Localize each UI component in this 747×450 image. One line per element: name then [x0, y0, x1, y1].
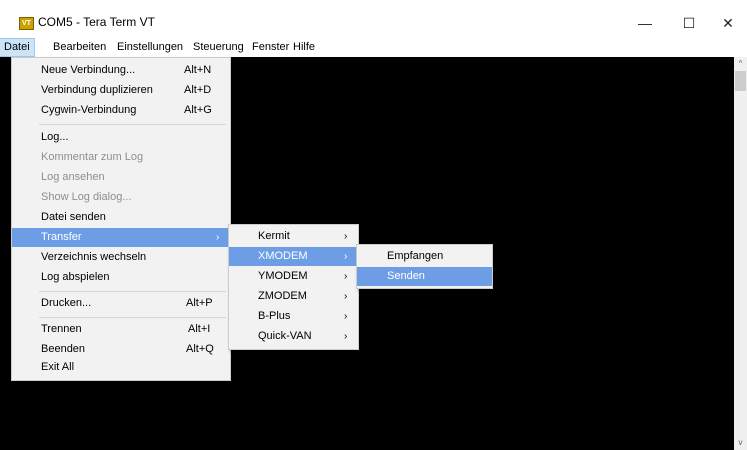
menu-item-label: Quick-VAN — [258, 330, 312, 342]
menu-item-label: Exit All — [41, 361, 75, 373]
submenu-item-zmodem[interactable]: ZMODEM › — [229, 287, 358, 306]
menu-item-transfer[interactable]: Transfer › — [12, 228, 230, 247]
menu-item-log[interactable]: Log... — [12, 128, 230, 147]
menu-item-kommentar-zum-log: Kommentar zum Log — [12, 148, 230, 167]
app-icon: VT — [19, 17, 34, 30]
menu-item-label: Beenden — [41, 343, 86, 355]
menu-item-accel: Alt+P — [186, 297, 213, 309]
submenu-arrow-icon: › — [344, 231, 348, 242]
menu-item-exit-all[interactable]: Exit All — [12, 358, 230, 377]
file-menu: Neue Verbindung... Alt+N Verbindung dupl… — [11, 57, 231, 381]
menu-item-trennen[interactable]: Trennen Alt+I — [12, 320, 230, 339]
submenu-arrow-icon: › — [216, 232, 220, 243]
menu-item-label: Log abspielen — [41, 271, 110, 283]
menu-item-accel: Alt+I — [188, 323, 211, 335]
submenu-item-xmodem[interactable]: XMODEM › — [229, 247, 358, 266]
menu-item-label: Empfangen — [387, 250, 444, 262]
submenu-item-empfangen[interactable]: Empfangen — [357, 247, 492, 266]
title-bar: VT COM5 - Tera Term VT — ☐ ✕ — [0, 0, 747, 38]
menu-item-accel: Alt+G — [184, 104, 212, 116]
submenu-item-senden[interactable]: Senden — [357, 267, 492, 286]
submenu-item-ymodem[interactable]: YMODEM › — [229, 267, 358, 286]
submenu-arrow-icon: › — [344, 331, 348, 342]
minimize-button[interactable]: — — [625, 10, 665, 36]
menu-item-label: ZMODEM — [258, 290, 307, 302]
menu-hilfe[interactable]: Hilfe — [289, 38, 319, 57]
menu-item-cygwin-verbindung[interactable]: Cygwin-Verbindung Alt+G — [12, 101, 230, 120]
transfer-submenu: Kermit › XMODEM › YMODEM › ZMODEM › B-Pl… — [228, 224, 359, 350]
maximize-button[interactable]: ☐ — [669, 10, 709, 36]
menu-item-accel: Alt+N — [184, 64, 212, 76]
window-title: COM5 - Tera Term VT — [38, 15, 155, 29]
menu-item-label: YMODEM — [258, 270, 308, 282]
menu-fenster[interactable]: Fenster — [248, 38, 293, 57]
menu-item-log-ansehen: Log ansehen — [12, 168, 230, 187]
submenu-arrow-icon: › — [344, 291, 348, 302]
menu-item-drucken[interactable]: Drucken... Alt+P — [12, 294, 230, 313]
menu-item-label: Senden — [387, 270, 425, 282]
scroll-thumb[interactable] — [735, 71, 746, 91]
menu-einstellungen[interactable]: Einstellungen — [113, 38, 187, 57]
menu-item-label: Verzeichnis wechseln — [41, 251, 147, 263]
menu-item-label: Trennen — [41, 323, 82, 335]
submenu-item-kermit[interactable]: Kermit › — [229, 227, 358, 246]
menu-item-label: Log ansehen — [41, 171, 105, 183]
submenu-arrow-icon: › — [344, 271, 348, 282]
menu-item-show-log-dialog: Show Log dialog... — [12, 188, 230, 207]
menu-item-verbindung-duplizieren[interactable]: Verbindung duplizieren Alt+D — [12, 81, 230, 100]
scroll-up-icon[interactable]: ^ — [734, 59, 747, 71]
menu-item-label: Cygwin-Verbindung — [41, 104, 137, 116]
menu-item-label: Kommentar zum Log — [41, 151, 144, 163]
menu-item-label: Verbindung duplizieren — [41, 84, 153, 96]
close-button[interactable]: ✕ — [708, 10, 747, 36]
scroll-down-icon[interactable]: v — [734, 438, 747, 450]
menu-item-label: Log... — [41, 131, 69, 143]
vertical-scrollbar[interactable]: ^ v — [734, 57, 747, 450]
menu-item-verzeichnis-wechseln[interactable]: Verzeichnis wechseln — [12, 248, 230, 267]
menu-item-label: Transfer — [41, 231, 82, 243]
menu-item-label: Drucken... — [41, 297, 92, 309]
menu-item-label: XMODEM — [258, 250, 308, 262]
menu-item-log-abspielen[interactable]: Log abspielen — [12, 268, 230, 287]
menu-item-label: Datei senden — [41, 211, 106, 223]
menu-item-label: Kermit — [258, 230, 290, 242]
menu-item-label: Show Log dialog... — [41, 191, 132, 203]
submenu-item-b-plus[interactable]: B-Plus › — [229, 307, 358, 326]
menu-item-accel: Alt+D — [184, 84, 212, 96]
submenu-arrow-icon: › — [344, 251, 348, 262]
submenu-arrow-icon: › — [344, 311, 348, 322]
submenu-item-quick-van[interactable]: Quick-VAN › — [229, 327, 358, 346]
menu-item-label: B-Plus — [258, 310, 291, 322]
menu-bar: Datei Bearbeiten Einstellungen Steuerung… — [0, 38, 747, 57]
menu-item-beenden[interactable]: Beenden Alt+Q — [12, 340, 230, 359]
menu-item-neue-verbindung[interactable]: Neue Verbindung... Alt+N — [12, 61, 230, 80]
menu-separator — [39, 124, 226, 125]
menu-item-datei-senden[interactable]: Datei senden — [12, 208, 230, 227]
menu-separator — [39, 317, 226, 318]
menu-item-label: Neue Verbindung... — [41, 64, 136, 76]
menu-item-accel: Alt+Q — [186, 343, 214, 355]
xmodem-submenu: Empfangen Senden — [356, 244, 493, 289]
menu-datei[interactable]: Datei — [0, 38, 35, 57]
menu-separator — [39, 291, 226, 292]
menu-bearbeiten[interactable]: Bearbeiten — [49, 38, 110, 57]
menu-steuerung[interactable]: Steuerung — [189, 38, 248, 57]
